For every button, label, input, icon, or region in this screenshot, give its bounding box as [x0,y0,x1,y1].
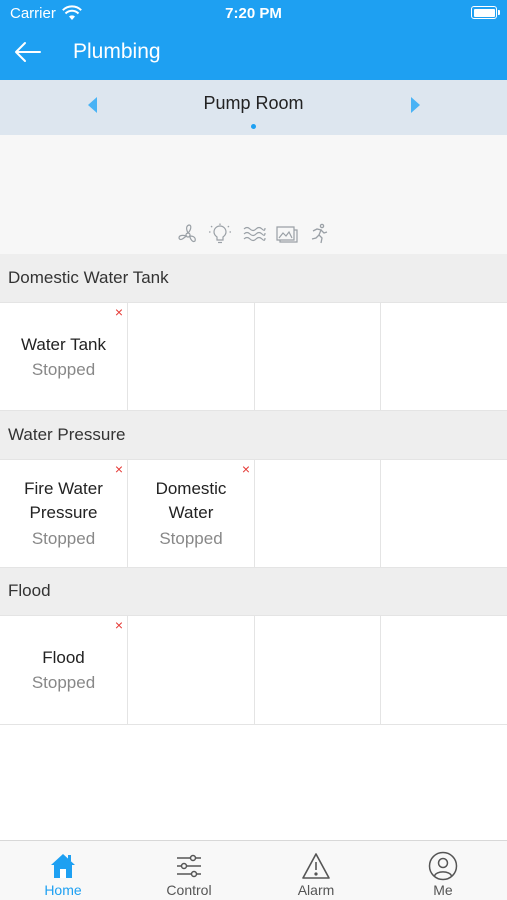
device-status: Stopped [31,529,96,548]
offline-alert-icon: × [241,461,250,477]
device-grid-row: × Water Tank Stopped [0,302,507,411]
tab-label: Home [44,882,82,898]
offline-alert-icon: × [114,617,123,633]
tab-home[interactable]: Home [0,841,126,900]
device-status: Stopped [31,673,96,692]
room-name: Pump Room [203,93,304,113]
tab-label: Me [433,882,453,898]
image-gallery-icon[interactable] [275,223,299,245]
page-indicator-dot [251,124,256,129]
section-header: Domestic Water Tank [0,254,507,302]
section-title: Water Pressure [8,425,126,444]
water-waves-icon[interactable] [242,223,266,245]
tab-me[interactable]: Me [380,841,506,900]
user-icon [428,851,458,881]
app-header: Carrier 7:20 PM Plumbing [0,0,507,80]
device-tile-domestic-water[interactable]: × Domestic Water Stopped [128,460,255,567]
empty-grid-cell [255,616,381,724]
device-grid-row: × Fire Water Pressure Stopped × Domestic… [0,459,507,568]
tab-control[interactable]: Control [126,841,252,900]
device-status: Stopped [159,529,223,548]
light-bulb-icon[interactable] [208,223,232,245]
status-bar: Carrier 7:20 PM [0,0,507,28]
empty-grid-cell [381,460,507,567]
warning-icon [302,853,330,879]
device-name-line: Water [168,503,214,522]
device-name: Water Tank [20,335,107,354]
running-person-icon[interactable] [307,223,331,245]
section-header: Water Pressure [0,411,507,459]
tab-label: Alarm [297,882,335,898]
empty-grid-cell [381,616,507,724]
device-name-line: Pressure [29,503,98,522]
empty-grid-cell [381,303,507,410]
device-name-line: Fire Water [24,479,103,498]
status-time: 7:20 PM [225,5,282,22]
empty-grid-cell [255,303,381,410]
device-tile-fire-water-pressure[interactable]: × Fire Water Pressure Stopped [0,460,128,567]
tab-alarm[interactable]: Alarm [253,841,379,900]
device-grid-row: × Flood Stopped [0,615,507,725]
empty-grid-cell [128,616,255,724]
device-name-line: Domestic [155,479,227,498]
section-title: Flood [8,581,51,600]
section-header: Flood [0,568,507,616]
device-tile-water-tank[interactable]: × Water Tank Stopped [0,303,128,410]
empty-grid-cell [128,303,255,410]
fan-icon[interactable] [176,223,200,245]
page-title: Plumbing [73,40,161,63]
battery-icon [471,6,500,19]
device-name: Flood [42,648,85,667]
sliders-icon [177,854,201,878]
empty-grid-cell [255,460,381,567]
bottom-tab-bar: Home Control Alarm Me [0,840,507,900]
section-title: Domestic Water Tank [8,268,169,287]
device-status: Stopped [31,360,96,379]
back-arrow-icon[interactable] [12,38,44,66]
tab-label: Control [166,882,212,898]
next-room-icon[interactable] [409,95,423,115]
offline-alert-icon: × [114,304,123,320]
home-icon [51,854,75,878]
device-tile-flood[interactable]: × Flood Stopped [0,616,128,724]
offline-alert-icon: × [114,461,123,477]
